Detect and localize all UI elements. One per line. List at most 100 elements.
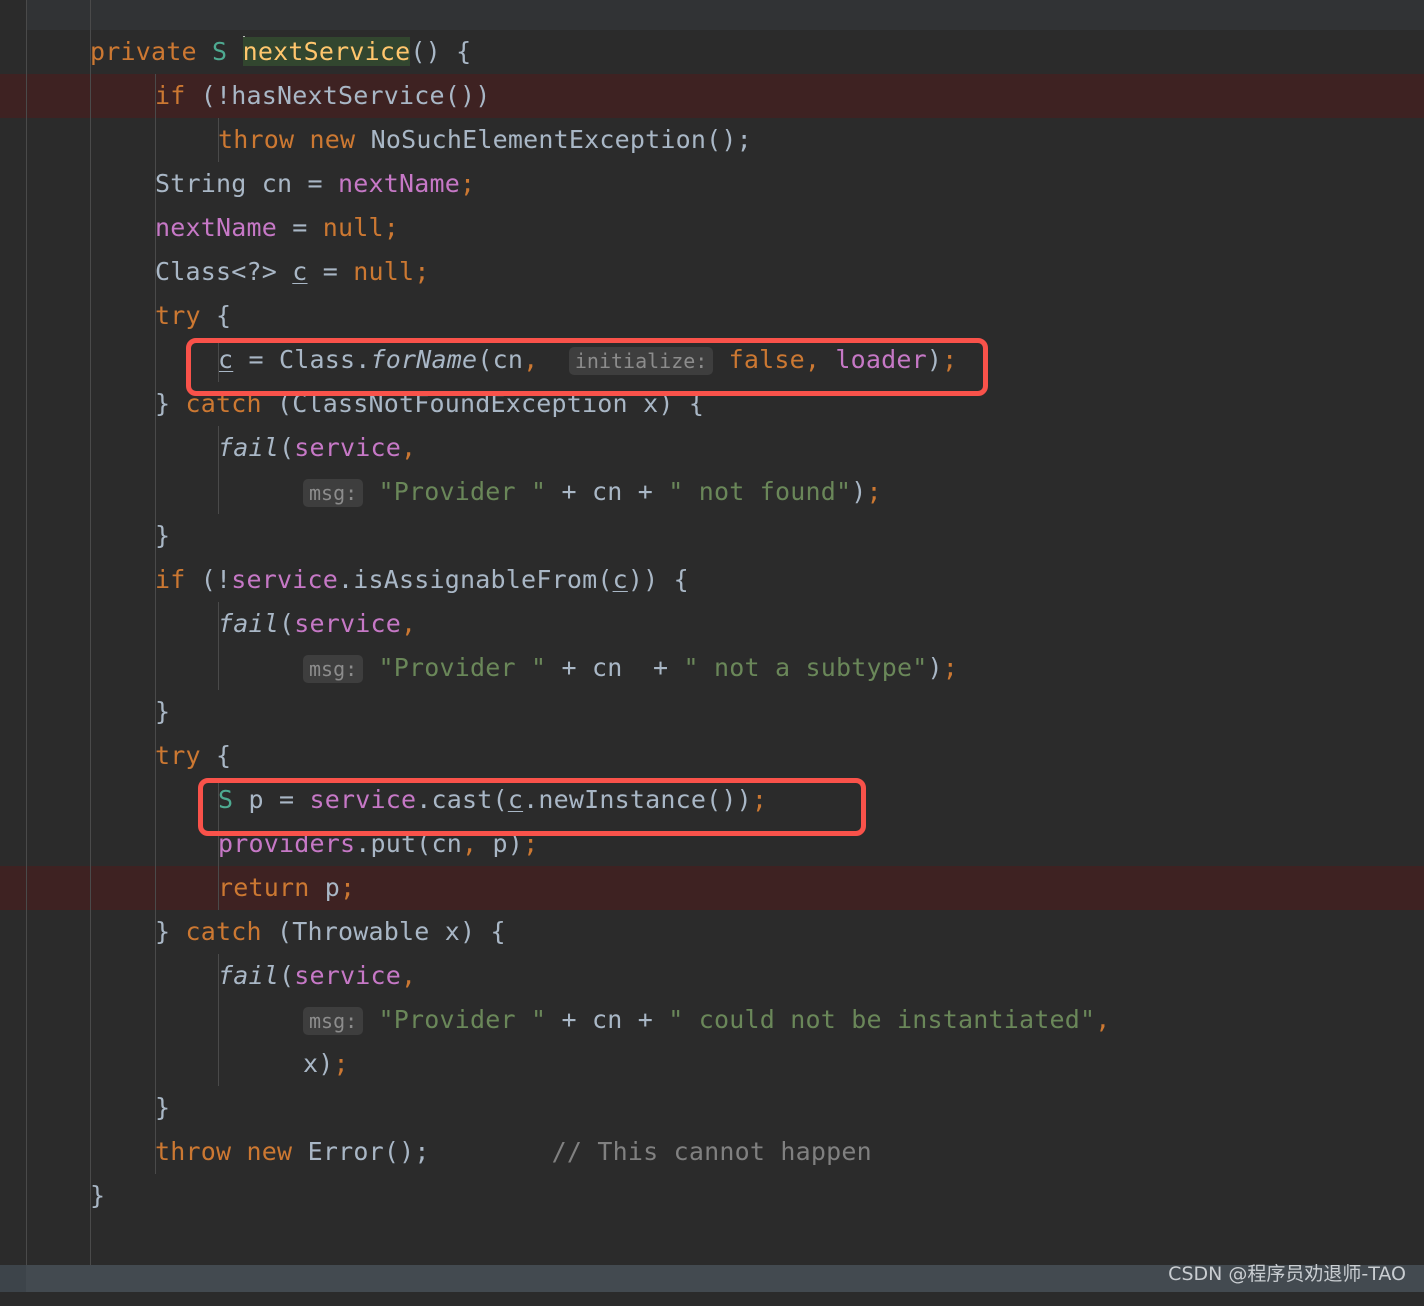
code-line[interactable]: }: [0, 1086, 1424, 1130]
token-class-name: Class<?>: [155, 257, 293, 286]
token-brace: }: [155, 521, 171, 550]
indent-guide: [155, 514, 156, 558]
code-line[interactable]: fail(service,: [0, 602, 1424, 646]
code-line-content: private S nextService() {: [90, 30, 471, 74]
token-variable-cn: cn: [591, 653, 623, 682]
indent-guide: [155, 1130, 156, 1174]
token-method-call: .isAssignableFrom(: [338, 565, 613, 594]
indent-guide: [218, 646, 219, 690]
code-line[interactable]: S p = service.cast(c.newInstance());: [0, 778, 1424, 822]
code-line[interactable]: if (!hasNextService()): [0, 74, 1424, 118]
token-keyword-catch: catch: [185, 389, 262, 418]
token-keyword-new: new: [246, 1137, 293, 1166]
indent-guide: [155, 602, 156, 646]
token-class-name: Error: [307, 1137, 384, 1166]
token-variable: cn =: [246, 169, 339, 198]
indent-guide: [218, 118, 219, 162]
token-comma: ,: [462, 829, 478, 858]
code-line[interactable]: fail(service,: [0, 954, 1424, 998]
code-line[interactable]: } catch (ClassNotFoundException x) {: [0, 382, 1424, 426]
code-line[interactable]: private S nextService() {: [0, 30, 1424, 74]
token-field: nextName: [155, 213, 278, 242]
code-line[interactable]: } catch (Throwable x) {: [0, 910, 1424, 954]
code-line-content: fail(service,: [218, 602, 416, 646]
token-condition: (!hasNextService()): [185, 81, 491, 110]
code-line-content: throw new NoSuchElementException();: [218, 118, 752, 162]
code-line[interactable]: msg: "Provider " + cn + " not found");: [0, 470, 1424, 514]
token-paren: ): [851, 477, 867, 506]
code-surface[interactable]: private S nextService() { if (!hasNextSe…: [0, 30, 1424, 1265]
code-line[interactable]: }: [0, 690, 1424, 734]
token-keyword-false: false: [728, 345, 805, 374]
code-line-content: nextName = null;: [155, 206, 399, 250]
code-line-content: String cn = nextName;: [155, 162, 475, 206]
token-semicolon: ;: [460, 169, 476, 198]
token-variable-cn: cn: [591, 477, 623, 506]
code-line-content: }: [90, 1174, 105, 1218]
token-local-variable: c: [507, 785, 524, 814]
token-operator: =: [307, 257, 354, 286]
code-line-content: return p;: [218, 866, 355, 910]
code-line-content: providers.put(cn, p);: [218, 822, 538, 866]
code-line-content: fail(service,: [218, 954, 416, 998]
code-line[interactable]: String cn = nextName;: [0, 162, 1424, 206]
code-line[interactable]: x);: [0, 1042, 1424, 1086]
token-paren: (: [279, 609, 295, 638]
code-line[interactable]: throw new Error(); // This cannot happen: [0, 1130, 1424, 1174]
code-line[interactable]: Class<?> c = null;: [0, 250, 1424, 294]
token-field-loader: loader: [835, 345, 927, 374]
code-line[interactable]: providers.put(cn, p);: [0, 822, 1424, 866]
token-comment: // This cannot happen: [551, 1137, 872, 1166]
token-class-name: NoSuchElementException: [370, 125, 707, 154]
code-line[interactable]: c = Class.forName(cn, initialize: false,…: [0, 338, 1424, 382]
code-line[interactable]: }: [0, 514, 1424, 558]
indent-guide: [155, 74, 156, 118]
code-line[interactable]: fail(service,: [0, 426, 1424, 470]
token-keyword-return: return: [218, 873, 310, 902]
indent-guide: [155, 426, 156, 470]
code-line[interactable]: if (!service.isAssignableFrom(c)) {: [0, 558, 1424, 602]
indent-guide: [218, 338, 219, 382]
token-brace: }: [155, 1093, 171, 1122]
token-catch-params: (Throwable x) {: [261, 917, 506, 946]
indent-guide: [155, 1086, 156, 1130]
token-punctuation: ();: [383, 1137, 430, 1166]
code-line-content: }: [155, 514, 170, 558]
token-keyword-null: null: [322, 213, 384, 242]
token-string: " not a subtype": [683, 653, 928, 682]
token-variable: p: [309, 873, 341, 902]
code-line-content: Class<?> c = null;: [155, 250, 430, 294]
token-brace: }: [155, 917, 186, 946]
code-line-content: fail(service,: [218, 426, 416, 470]
token-catch-params: (ClassNotFoundException x) {: [261, 389, 705, 418]
code-line[interactable]: try {: [0, 294, 1424, 338]
token-paren: (: [279, 433, 295, 462]
code-line[interactable]: nextName = null;: [0, 206, 1424, 250]
code-line-content: }: [155, 1086, 170, 1130]
code-line[interactable]: msg: "Provider " + cn + " could not be i…: [0, 998, 1424, 1042]
code-line[interactable]: return p;: [0, 866, 1424, 910]
token-comma: ,: [401, 609, 417, 638]
code-line[interactable]: throw new NoSuchElementException();: [0, 118, 1424, 162]
indent-guide: [155, 558, 156, 602]
token-method-call: .newInstance()): [523, 785, 752, 814]
token-field-service: service: [294, 433, 402, 462]
token-keyword-throw: throw: [218, 125, 295, 154]
code-line-content: x);: [303, 1042, 349, 1086]
code-line[interactable]: try {: [0, 734, 1424, 778]
code-line[interactable]: msg: "Provider " + cn + " not a subtype"…: [0, 646, 1424, 690]
token-keyword-catch: catch: [185, 917, 262, 946]
token-generic-type-s: S: [218, 785, 234, 814]
token-variable-cn: cn: [591, 1005, 623, 1034]
code-line[interactable]: }: [0, 1174, 1424, 1218]
token-field-service: service: [294, 609, 402, 638]
editor-top-strip-gutter: [0, 0, 26, 30]
token-brace: }: [155, 389, 186, 418]
code-line-content: if (!hasNextService()): [155, 74, 491, 118]
